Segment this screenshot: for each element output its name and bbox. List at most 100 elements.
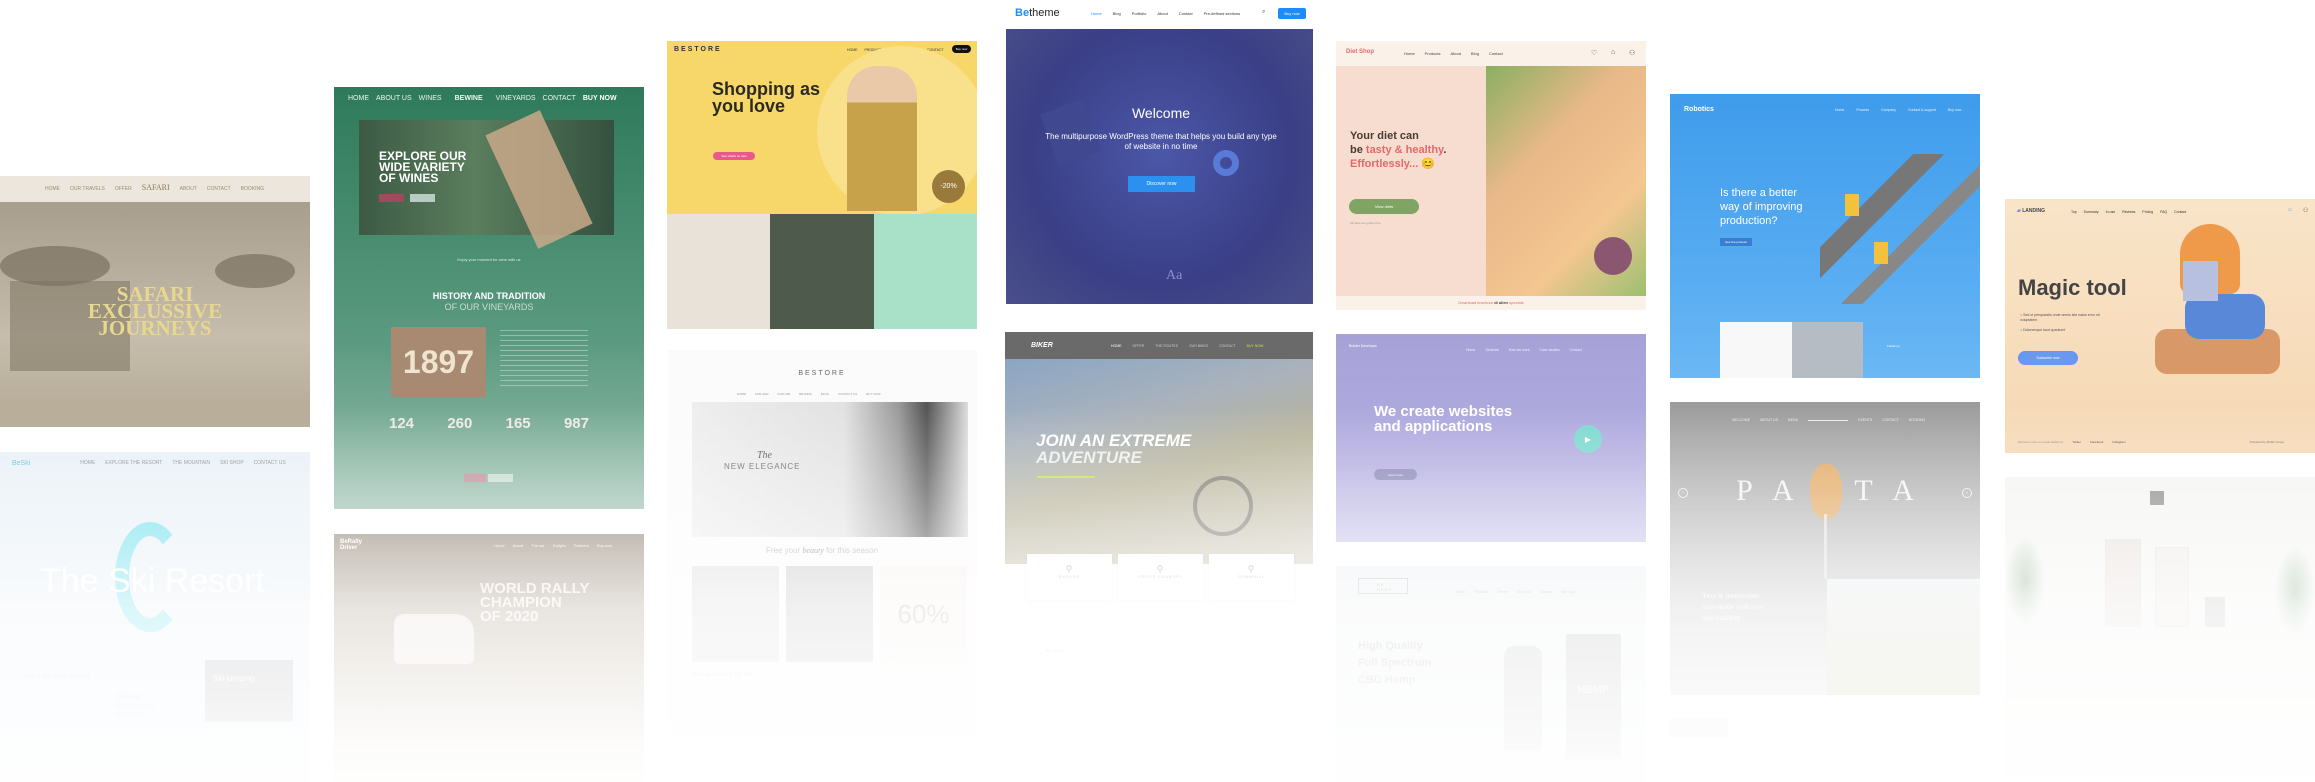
nav-item[interactable]: BUY NOW (866, 392, 880, 396)
nav-item-home[interactable]: Home (1091, 11, 1102, 16)
nav-item[interactable]: FAQ (2160, 210, 2167, 214)
nav-item[interactable]: Process (1856, 108, 1869, 112)
nav-item[interactable]: Theme (1497, 590, 1508, 594)
view-diets-button[interactable]: View diets (1349, 199, 1419, 214)
play-icon[interactable]: ▶ (1574, 425, 1602, 453)
nav-item[interactable]: Top (2071, 210, 2077, 214)
product-tile[interactable] (874, 214, 977, 329)
social-link[interactable]: Facebook (2090, 440, 2103, 444)
ski-tile[interactable]: Ski and snowboard lessons (115, 692, 175, 719)
nav-item[interactable]: HOME (847, 48, 858, 52)
shop-cta-button[interactable]: See what's on sale (713, 152, 755, 160)
sale-tile[interactable]: 60% (880, 566, 967, 662)
nav-item[interactable]: EXPLORE THE RESORT (105, 460, 162, 467)
nav-item[interactable]: Company (1881, 108, 1896, 112)
search-icon[interactable]: ⌕ (1262, 9, 1265, 16)
discover-now-button[interactable]: Discover now (1128, 176, 1195, 192)
nav-item[interactable]: About (513, 543, 523, 548)
product-tile[interactable] (770, 214, 874, 329)
cosmetics-preview[interactable] (2005, 477, 2315, 782)
nav-item[interactable]: Blog (1113, 11, 1121, 16)
nav-item[interactable]: EVENTS (1858, 418, 1872, 422)
nav-item[interactable]: Case studies (1540, 348, 1560, 352)
nav-item[interactable]: About (1450, 51, 1460, 56)
nav-item[interactable]: Contact & support (1908, 108, 1936, 112)
learn-more-button[interactable]: Learn more (1374, 469, 1417, 480)
nav-item[interactable]: Services (1485, 348, 1498, 352)
nav-item[interactable]: Home (1466, 348, 1475, 352)
nav-item[interactable]: OFFER (115, 186, 132, 192)
product-tile[interactable] (692, 566, 779, 662)
nav-item[interactable]: Contact (1570, 348, 1582, 352)
nav-item[interactable]: Home (1456, 590, 1465, 594)
cart-icon[interactable]: ⌂ (2288, 207, 2292, 213)
nav-item[interactable]: SKI SHOP (220, 460, 244, 467)
websites-preview[interactable]: Builder Developer Home Services How we wor… (1336, 334, 1646, 542)
nav-item[interactable]: OFFER (1133, 344, 1145, 348)
nav-item[interactable]: HOME (45, 186, 60, 192)
bestore-fashion-preview[interactable]: BESTORE HOME FOR HER FOR HIM BRANDS BLOG CONT… (667, 350, 977, 782)
nav-item[interactable]: Buy now (1948, 108, 1961, 112)
nav-item[interactable]: VINEYARDS (496, 95, 536, 102)
learn-button[interactable] (410, 194, 435, 202)
nav-item[interactable]: CONTACT (207, 186, 231, 192)
user-icon[interactable]: ⚇ (1629, 49, 1635, 57)
category-downhill[interactable]: ⚲ DOWNHILL (1209, 554, 1294, 600)
nav-item-buy-now[interactable]: BUY NOW (583, 95, 617, 102)
nav-item[interactable]: ABOUT US (376, 95, 412, 102)
landing-preview[interactable]: ▰ LANDING Top Summary In use Reviews Pricing… (2005, 199, 2315, 453)
nav-item[interactable]: About us (1517, 590, 1531, 594)
shop-preview[interactable]: BESTORE HOMEPRODUCTSABOUTBLOGCONTACT Buy… (667, 41, 977, 329)
pasta-preview[interactable]: WELCOME ABOUT US MENU EVENTS CONTACT BOOKING… (1670, 402, 1980, 695)
prev-arrow-icon[interactable]: ‹ (1678, 488, 1688, 498)
next-arrow-icon[interactable]: › (1962, 488, 1972, 498)
safari-preview[interactable]: HOME OUR TRAVELS OFFER SAFARI ABOUT CONTACT… (0, 176, 310, 427)
nav-item[interactable]: Products (1425, 51, 1441, 56)
nav-item[interactable]: CONTACT (543, 95, 576, 102)
product-tile[interactable] (667, 214, 770, 329)
social-link[interactable]: Twitter (2072, 440, 2081, 444)
nav-item[interactable]: Partners (574, 543, 589, 548)
nav-item[interactable]: How we work (1509, 348, 1530, 352)
nav-item[interactable]: Contact (2174, 210, 2186, 214)
ski-tile[interactable]: Find perfect resort (25, 672, 90, 681)
shop-button[interactable] (379, 194, 404, 202)
nav-item[interactable]: BOOKING (1909, 418, 1925, 422)
nav-item[interactable]: In use (2106, 210, 2116, 214)
category-cross-country[interactable]: ⚲ CROSS COUNTRY (1118, 554, 1203, 600)
nav-item[interactable]: Buy now (597, 543, 612, 548)
subscribe-button[interactable]: Subscribe now (2018, 351, 2078, 365)
wine-preview[interactable]: HOME ABOUT US WINES BEWINE VINEYARDS CONTAC… (334, 87, 644, 509)
cart-icon[interactable]: ⌂ (1611, 49, 1615, 56)
cbd-preview[interactable]: BE HEMP Home Products Theme About us Contact… (1336, 566, 1646, 782)
nav-item[interactable]: CONTACT (1219, 344, 1236, 348)
rally-preview[interactable]: BeRally Driver Home About The car Rallyes Pa… (334, 534, 644, 782)
nav-item[interactable]: HOME (737, 392, 746, 396)
nav-item[interactable]: Home (1835, 108, 1844, 112)
nav-item[interactable]: Home (494, 543, 505, 548)
robotics-preview[interactable]: Robotics Home Process Company Contact & sup… (1670, 94, 1980, 378)
nav-item[interactable]: Pre-defined sections (1204, 11, 1240, 16)
nav-item[interactable]: Summary (2084, 210, 2099, 214)
nav-item[interactable]: Pricing (2142, 210, 2153, 214)
nav-item[interactable]: BUY NOW (1247, 344, 1264, 348)
nav-item[interactable]: FOR HIM (778, 392, 791, 396)
buy-now-button[interactable]: Buy now (952, 45, 971, 53)
ski-preview[interactable]: BeSki HOME EXPLORE THE RESORT THE MOUNTAIN… (0, 452, 310, 782)
nav-item[interactable]: Products (1474, 590, 1488, 594)
nav-item[interactable]: BOOKING (241, 186, 264, 192)
ski-tile[interactable]: Ski jumping (205, 660, 293, 722)
nav-item[interactable]: FOR HER (755, 392, 769, 396)
nav-item[interactable]: About (1157, 11, 1167, 16)
nav-item[interactable]: BLOG (821, 392, 829, 396)
user-icon[interactable]: ⚇ (2303, 207, 2308, 214)
nav-item[interactable]: Reviews (2122, 210, 2135, 214)
nav-item[interactable]: THE MOUNTAIN (172, 460, 210, 467)
nav-item[interactable]: THE ROUTES (1155, 344, 1178, 348)
see-process-button[interactable]: See the process (1720, 238, 1752, 246)
nav-item[interactable]: CONTACT US (838, 392, 857, 396)
nav-item[interactable]: The car (531, 543, 545, 548)
nav-item[interactable]: Contact (1540, 590, 1552, 594)
nav-item[interactable]: CONTACT US (254, 460, 286, 467)
nav-item[interactable]: OUR BIKES (1189, 344, 1208, 348)
